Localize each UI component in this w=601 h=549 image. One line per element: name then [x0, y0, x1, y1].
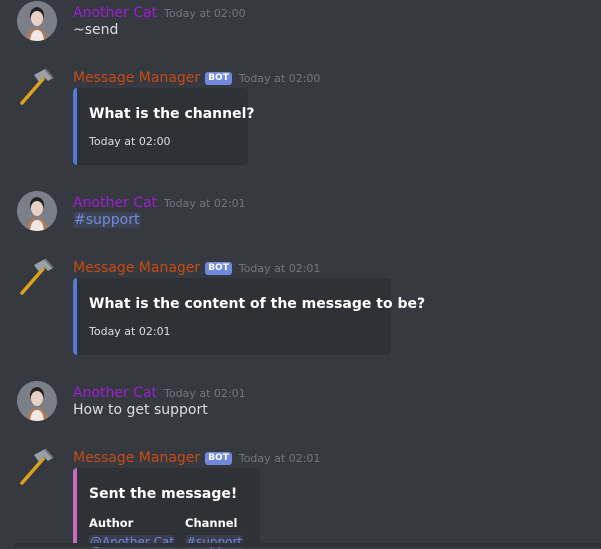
timestamp[interactable]: Today at 02:00 — [164, 7, 246, 20]
user-avatar[interactable] — [17, 381, 57, 421]
author-name[interactable]: Message Manager — [73, 70, 200, 86]
bot-badge: BOT — [205, 452, 232, 465]
user-avatar[interactable] — [17, 1, 57, 41]
embed-title: Sent the message! — [89, 486, 238, 502]
embed-footer: Today at 02:01 — [89, 325, 171, 338]
timestamp[interactable]: Today at 02:01 — [164, 197, 246, 210]
hammer-icon — [20, 68, 54, 105]
embed: What is the content of the message to be… — [73, 278, 425, 355]
bot-badge: BOT — [205, 72, 232, 85]
horizontal-scrollbar[interactable] — [14, 543, 601, 547]
field-name: Author — [89, 516, 134, 530]
hammer-icon — [20, 448, 54, 485]
author-name[interactable]: Another Cat — [73, 5, 157, 21]
timestamp[interactable]: Today at 02:00 — [239, 72, 321, 85]
embed: What is the channel? Today at 02:00 — [73, 88, 255, 165]
bot-avatar[interactable] — [17, 257, 57, 297]
embed-title: What is the content of the message to be… — [89, 296, 426, 312]
bot-avatar[interactable] — [17, 447, 57, 487]
field-name: Channel — [185, 516, 238, 530]
author-name[interactable]: Another Cat — [73, 195, 157, 211]
message-text: ~send — [73, 22, 119, 38]
bot-badge: BOT — [205, 262, 232, 275]
timestamp[interactable]: Today at 02:01 — [239, 452, 321, 465]
author-name[interactable]: Another Cat — [73, 385, 157, 401]
timestamp[interactable]: Today at 02:01 — [239, 262, 321, 275]
author-name[interactable]: Message Manager — [73, 260, 200, 276]
hammer-icon — [20, 258, 54, 295]
embed-footer: Today at 02:00 — [89, 135, 171, 148]
timestamp[interactable]: Today at 02:01 — [164, 387, 246, 400]
embed-title: What is the channel? — [89, 106, 255, 122]
bot-avatar[interactable] — [17, 67, 57, 107]
author-name[interactable]: Message Manager — [73, 450, 200, 466]
embed: Sent the message! Author Channel @Anothe… — [73, 468, 260, 549]
message-text: How to get support — [73, 402, 208, 418]
user-avatar[interactable] — [17, 191, 57, 231]
channel-mention[interactable]: #support — [73, 212, 141, 228]
